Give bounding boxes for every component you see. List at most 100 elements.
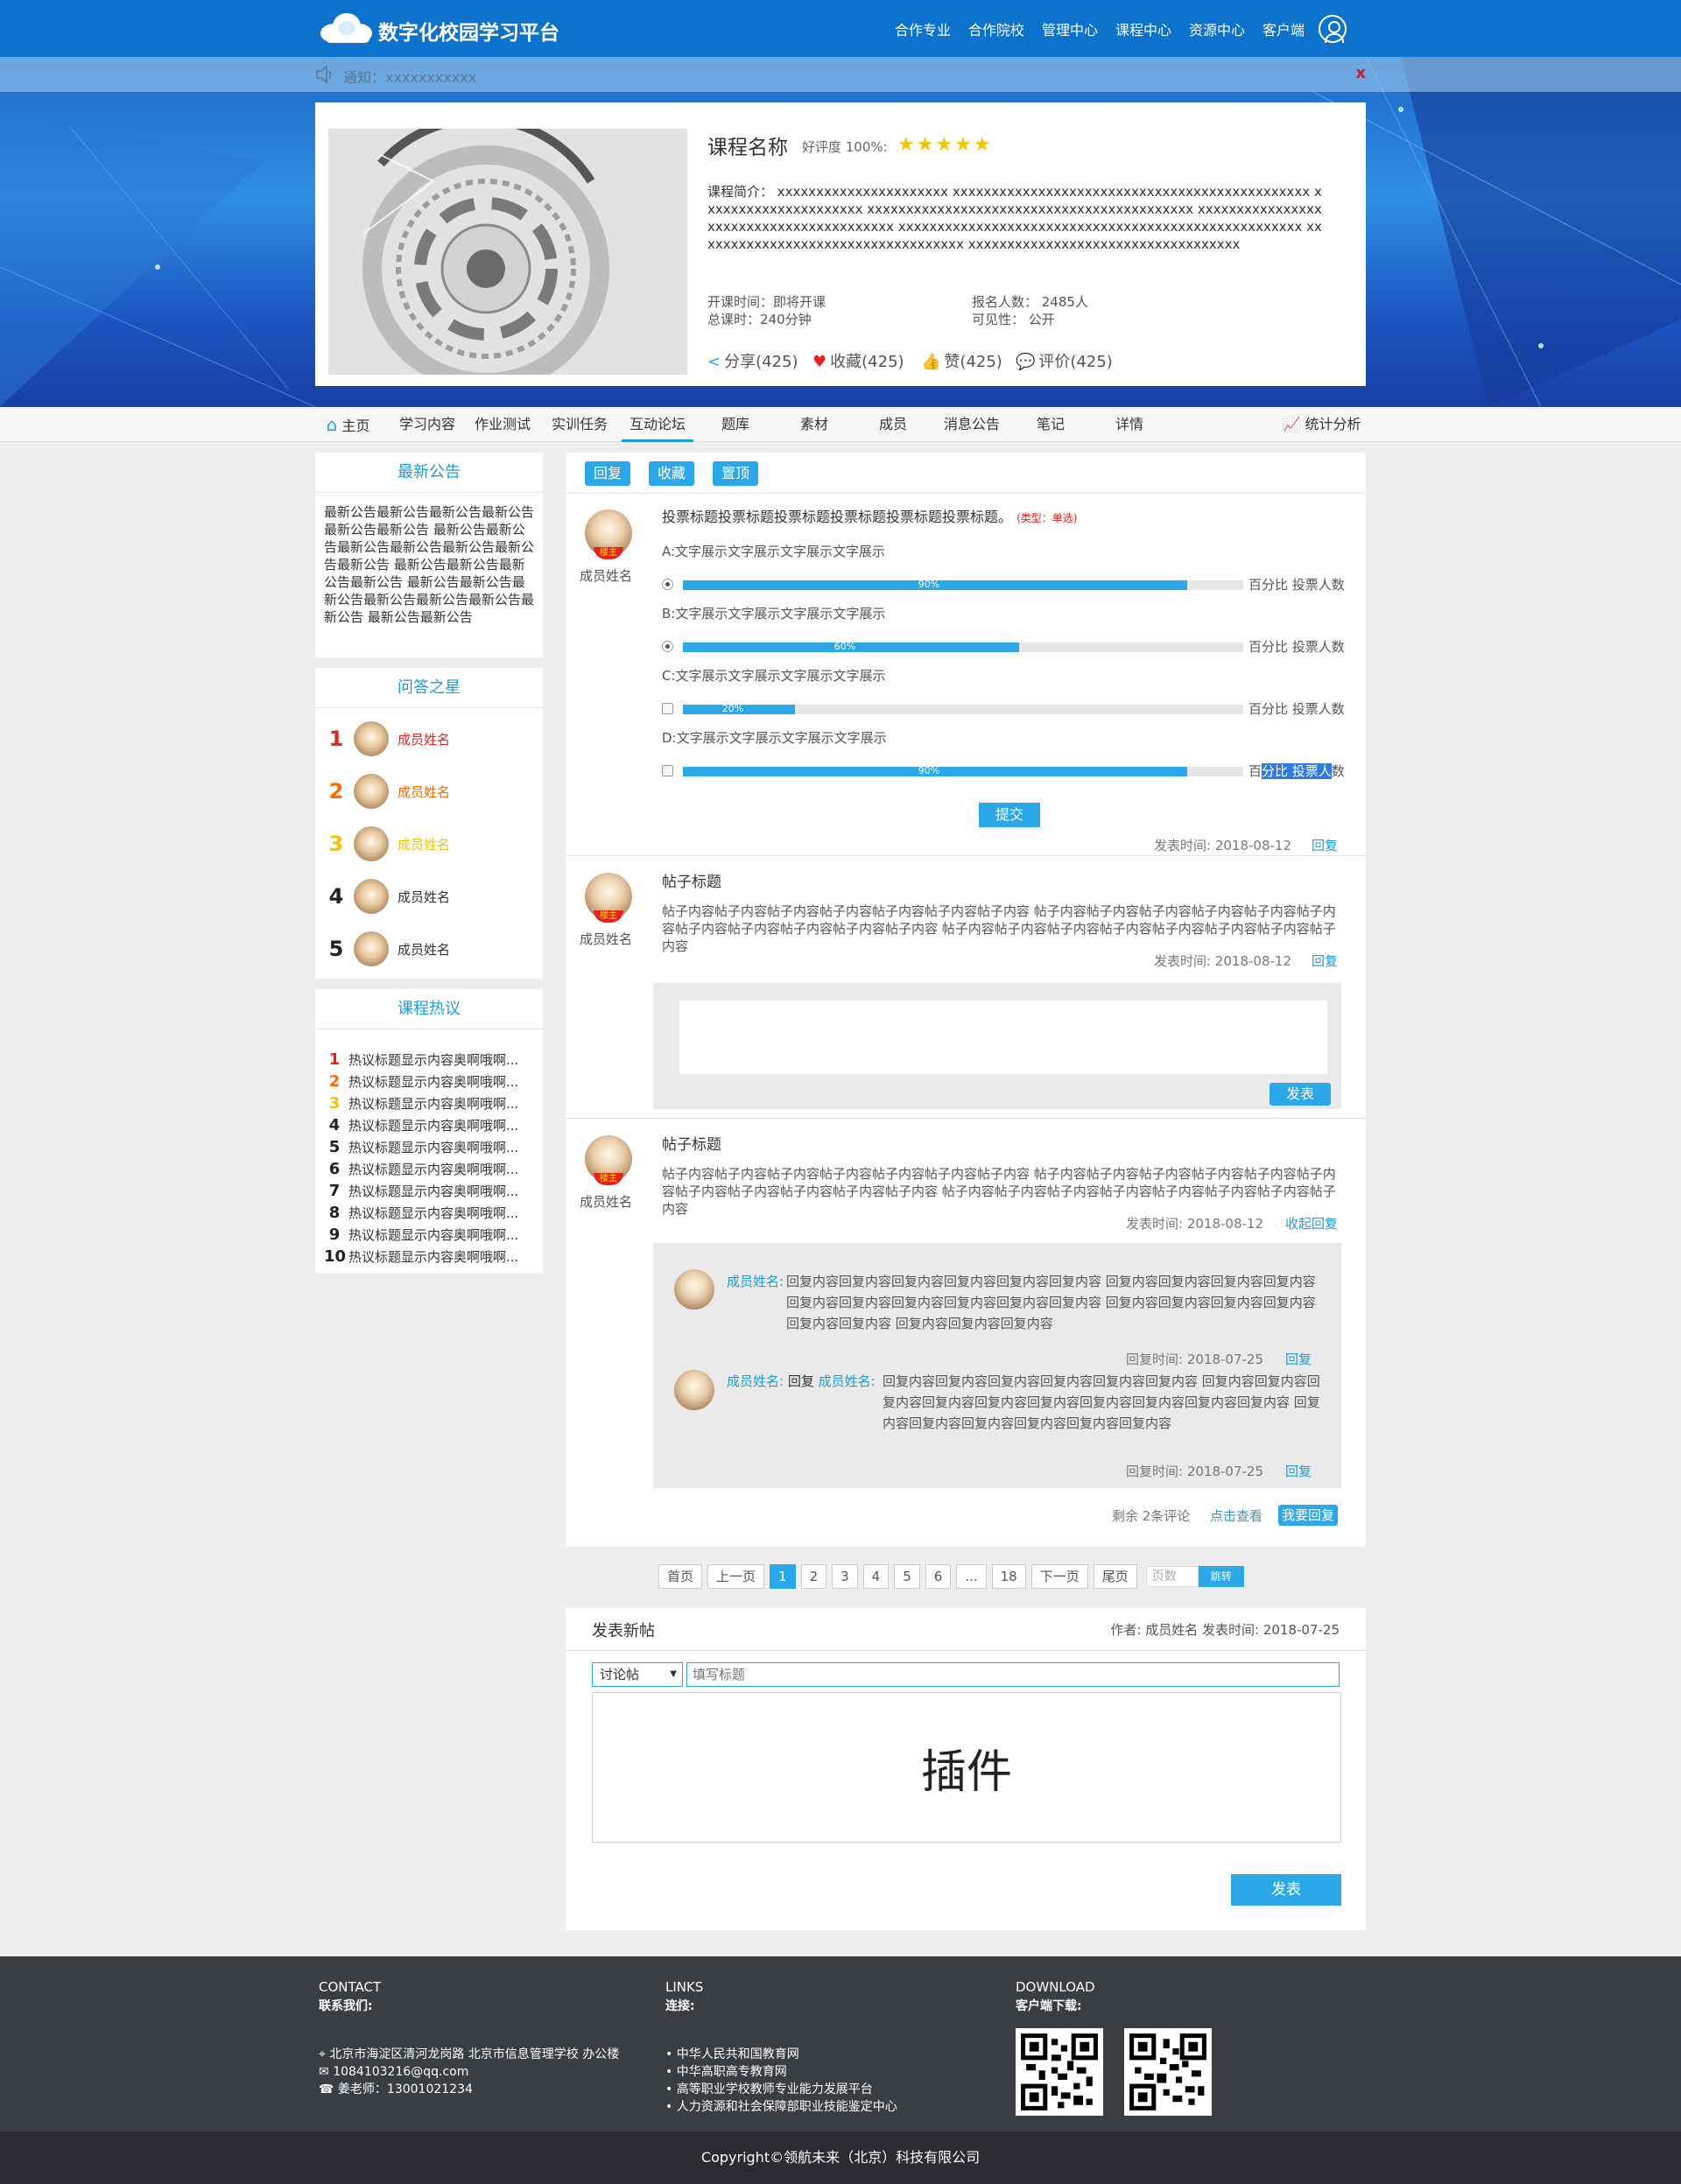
hot-topic-item[interactable]: 5 热议标题显示内容奥啊哦啊... (324, 1136, 519, 1158)
reply-link[interactable]: 回复 (1312, 952, 1338, 970)
post-editor[interactable]: 插件 (592, 1692, 1341, 1843)
post-time: 发表时间: 2018-08-12 (1126, 1216, 1263, 1232)
page-number-input[interactable]: 页数 (1145, 1566, 1199, 1587)
qr-code-icon[interactable] (1124, 2028, 1212, 2116)
my-reply-button[interactable]: 我要回复 (1278, 1505, 1339, 1526)
qa-star-item[interactable]: 1 成员姓名 (326, 719, 450, 759)
hot-topic-item[interactable]: 3 热议标题显示内容奥啊哦啊... (324, 1092, 519, 1114)
vote-progress-bar: 60% (683, 641, 1243, 652)
avatar[interactable]: 楼主 (585, 873, 632, 923)
rank-number: 2 (328, 779, 344, 804)
page-button[interactable]: 6 (925, 1564, 952, 1589)
footer-link[interactable]: • 中华高职高专教育网 (665, 2063, 897, 2081)
reply-editor-box: 发表 (653, 983, 1341, 1109)
avatar[interactable]: 楼主 (585, 509, 632, 559)
vote-title-text: 投票标题投票标题投票标题投票标题投票标题投票标题。 (662, 509, 1013, 525)
page-button[interactable]: 5 (894, 1564, 920, 1589)
reply-author[interactable]: 成员姓名: (727, 1373, 784, 1389)
phone-text: 姜老师：13001021234 (337, 2082, 473, 2096)
first-page-button[interactable]: 首页 (658, 1564, 703, 1589)
post-author[interactable]: 成员姓名 (580, 566, 632, 585)
vote-radio[interactable] (662, 579, 673, 590)
qa-stars-panel: 问答之星 1 成员姓名 2 成员姓名 3 成员姓名 4 成员姓名 5 成员姓名 (315, 668, 543, 979)
email-text: 1084103216@qq.com (333, 2065, 469, 2079)
post-title-input[interactable] (686, 1662, 1340, 1687)
hot-topic-item[interactable]: 2 热议标题显示内容奥啊哦啊... (324, 1071, 519, 1092)
avatar[interactable] (674, 1269, 714, 1310)
reply-link[interactable]: 回复 (1285, 1350, 1312, 1368)
hot-rank: 7 (328, 1182, 341, 1200)
member-name: 成员姓名 (397, 941, 451, 958)
reply-textarea[interactable] (679, 1001, 1327, 1074)
reply-link[interactable]: 回复 (1285, 1462, 1312, 1480)
hot-topic-item[interactable]: 6 热议标题显示内容奥啊哦啊... (324, 1158, 519, 1180)
vote-title: 投票标题投票标题投票标题投票标题投票标题投票标题。 (类型：单选) (662, 505, 1077, 526)
prev-page-button[interactable]: 上一页 (707, 1564, 765, 1589)
footer-link[interactable]: • 高等职业学校教师专业能力发展平台 (665, 2081, 897, 2098)
qa-star-item[interactable]: 5 成员姓名 (326, 929, 450, 969)
vote-radio[interactable] (662, 641, 673, 652)
vote-submit-button[interactable]: 提交 (979, 803, 1040, 827)
footer-link[interactable]: • 人力资源和社会保障部职业技能鉴定中心 (665, 2098, 897, 2116)
vote-checkbox[interactable] (662, 703, 673, 714)
page-button[interactable]: 2 (800, 1564, 827, 1589)
page-button[interactable]: 1 (770, 1564, 796, 1589)
last-page-button[interactable]: 尾页 (1093, 1564, 1137, 1589)
reply-text: 回复内容回复内容回复内容回复内容回复内容回复内容 回复内容回复内容回复内容回复内… (786, 1274, 1316, 1331)
qr-code-icon[interactable] (1016, 2028, 1103, 2116)
collapse-replies-link[interactable]: 收起回复 (1285, 1214, 1338, 1232)
post-title[interactable]: 帖子标题 (662, 1132, 721, 1154)
hot-topic-text: 热议标题显示内容奥啊哦啊... (348, 1118, 519, 1134)
vote-stat-label: 百分比 投票人数 (1248, 577, 1345, 593)
divider (566, 855, 1366, 856)
hot-topic-item[interactable]: 4 热议标题显示内容奥啊哦啊... (324, 1114, 519, 1136)
publish-button[interactable]: 发表 (1231, 1874, 1341, 1906)
footer-contact: CONTACT 联系我们: ⌖ 北京市海淀区清河龙岗路 北京市信息管理学校 办公… (319, 1979, 619, 2098)
reply-link[interactable]: 回复 (1312, 836, 1338, 854)
qa-star-item[interactable]: 3 成员姓名 (326, 824, 450, 864)
avatar[interactable] (674, 1370, 714, 1410)
hot-topic-item[interactable]: 9 热议标题显示内容奥啊哦啊... (324, 1224, 519, 1246)
footer-link[interactable]: • 中华人民共和国教育网 (665, 2046, 897, 2063)
qa-stars-title: 问答之星 (315, 668, 543, 708)
rank-number: 5 (328, 937, 344, 961)
reply-header: 成员姓名: 回复 成员姓名: (727, 1371, 902, 1392)
post-author[interactable]: 成员姓名 (580, 930, 632, 948)
post-title[interactable]: 帖子标题 (662, 869, 721, 891)
phone-icon: ☎ (319, 2082, 334, 2096)
page-button[interactable]: 3 (832, 1564, 858, 1589)
hot-topic-item[interactable]: 10 热议标题显示内容奥啊哦啊... (324, 1246, 518, 1268)
page-button[interactable]: 18 (991, 1564, 1026, 1589)
post-type-select[interactable]: 讨论帖 ▼ (592, 1662, 683, 1687)
qa-star-item[interactable]: 4 成员姓名 (326, 876, 450, 916)
reply-send-button[interactable]: 发表 (1270, 1083, 1331, 1106)
vote-checkbox[interactable] (662, 765, 673, 776)
avatar[interactable]: 楼主 (585, 1135, 632, 1185)
hot-topic-item[interactable]: 8 热议标题显示内容奥啊哦啊... (324, 1202, 519, 1224)
hot-topic-text: 热议标题显示内容奥啊哦啊... (348, 1074, 519, 1090)
remaining-comments: 剩余 2条评论 (1112, 1508, 1191, 1524)
hot-topic-item[interactable]: 7 热议标题显示内容奥啊哦啊... (324, 1180, 519, 1202)
post-author[interactable]: 成员姓名 (580, 1192, 632, 1211)
vote-progress-bar: 90% (683, 765, 1243, 776)
reply-target[interactable]: 成员姓名: (819, 1373, 876, 1389)
reply-toolbar-button[interactable]: 回复 (585, 461, 631, 486)
rank-number: 1 (328, 727, 344, 751)
caret-down-icon: ▼ (670, 1669, 677, 1679)
divider (566, 1650, 1366, 1651)
hot-rank: 5 (328, 1138, 341, 1156)
email[interactable]: ✉ 1084103216@qq.com (319, 2063, 619, 2081)
view-more-link[interactable]: 点击查看 (1210, 1506, 1263, 1525)
next-page-button[interactable]: 下一页 (1030, 1564, 1088, 1589)
new-post-meta: 作者: 成员姓名 发表时间: 2018-07-25 (1110, 1622, 1340, 1638)
hot-topic-item[interactable]: 1 热议标题显示内容奥啊哦啊... (324, 1049, 519, 1071)
footer-download: DOWNLOAD 客户端下载: (1016, 1979, 1095, 2014)
page-jump-button[interactable]: 跳转 (1198, 1566, 1244, 1587)
hot-topic-text: 热议标题显示内容奥啊哦啊... (348, 1183, 519, 1199)
favorite-toolbar-button[interactable]: 收藏 (649, 461, 695, 486)
owner-tag: 楼主 (594, 1173, 623, 1185)
page-button[interactable]: 4 (862, 1564, 890, 1589)
qa-star-item[interactable]: 2 成员姓名 (326, 771, 450, 811)
pin-toolbar-button[interactable]: 置顶 (713, 461, 759, 486)
member-name: 成员姓名 (397, 783, 451, 800)
